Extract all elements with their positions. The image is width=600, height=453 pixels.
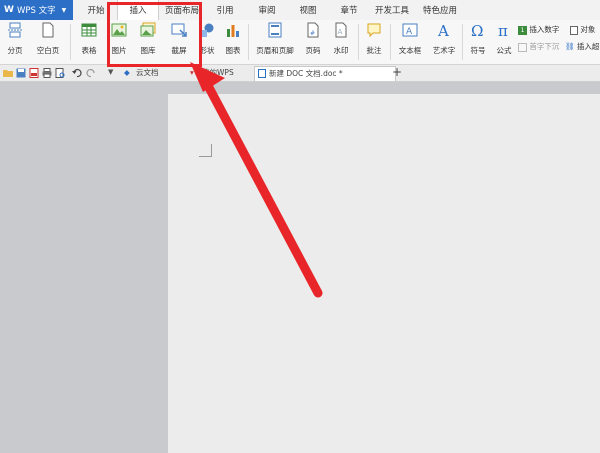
annotation-arrow [190, 62, 323, 298]
